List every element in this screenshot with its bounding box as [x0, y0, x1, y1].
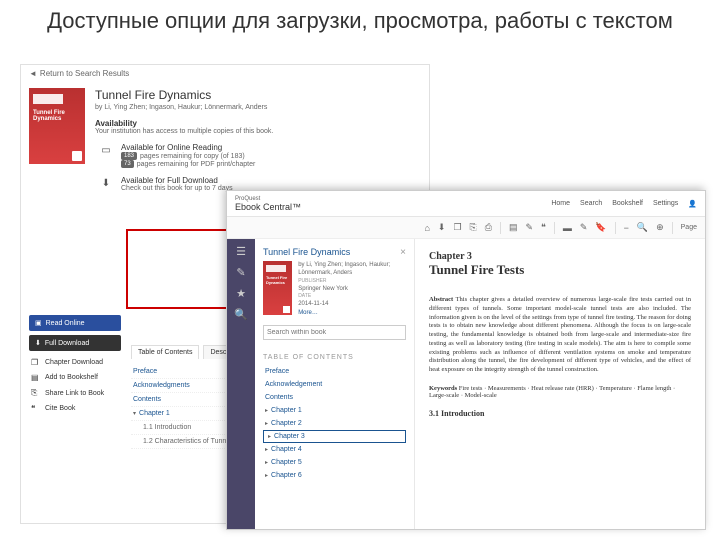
panel-cover: Tunnel FireDynamics [263, 261, 292, 315]
availability-sub: Your institution has access to multiple … [95, 128, 421, 135]
panel-toc-ack[interactable]: Acknowledgement [263, 378, 406, 391]
nav-bookshelf[interactable]: Bookshelf [612, 200, 643, 208]
nav-settings[interactable]: Settings [653, 200, 678, 208]
chevron-down-icon: ▾ [133, 411, 136, 417]
add-bookshelf-link[interactable]: ▤Add to Bookshelf [29, 370, 121, 385]
chevron-right-icon: ▸ [265, 421, 268, 427]
pdf-icon: ❐ [31, 358, 41, 367]
book-title: Tunnel Fire Dynamics [95, 88, 421, 102]
zoom-out-icon[interactable]: − [624, 223, 629, 233]
panel-toc-ch2[interactable]: ▸Chapter 2 [263, 417, 406, 430]
home-icon[interactable]: ⌂ [424, 223, 429, 233]
zoom-fit-icon[interactable]: ⊕ [656, 222, 664, 233]
bookshelf-icon[interactable]: ▤ [509, 222, 518, 233]
reader-page: Chapter 3 Tunnel Fire Tests Abstract Thi… [415, 239, 705, 529]
book-cover: Tunnel Fire Dynamics [29, 88, 85, 164]
search-icon[interactable]: 🔍 [234, 308, 248, 321]
panel-toc-ch3[interactable]: ▸Chapter 3 [263, 430, 406, 443]
page-label: Page [681, 224, 697, 231]
panel-book-title[interactable]: Tunnel Fire Dynamics [263, 247, 406, 257]
reader-toolbar: ⌂ ⬇ ❐ ⎘ ⎙ ▤ ✎ ❝ ▬ ✎ 🔖 − 🔍 ⊕ Page [227, 217, 705, 239]
nav-user-icon[interactable]: 👤 [688, 200, 697, 208]
search-within-input[interactable] [263, 325, 406, 340]
cite-icon: ❝ [31, 404, 41, 413]
copy-icon[interactable]: ⎘ [470, 222, 477, 233]
chapter-title: Tunnel Fire Tests [429, 262, 691, 278]
full-download-button[interactable]: ⬇Full Download [29, 335, 121, 351]
cite-link[interactable]: ❝Cite Book [29, 401, 121, 416]
share-icon[interactable]: ✎ [525, 222, 533, 233]
availability-heading: Availability [95, 119, 421, 128]
bookmarks-icon[interactable]: ★ [236, 287, 246, 300]
nav-home[interactable]: Home [551, 200, 570, 208]
avail-download-title: Available for Full Download [121, 176, 233, 185]
section-heading: 3.1 Introduction [429, 409, 691, 418]
download-icon: ⬇ [99, 176, 113, 190]
share-link[interactable]: ⎘Share Link to Book [29, 385, 121, 401]
chapter-icon[interactable]: ❐ [453, 222, 461, 233]
panel-toc-preface[interactable]: Preface [263, 365, 406, 378]
chevron-right-icon: ▸ [265, 473, 268, 479]
copy-badge: 183 [121, 152, 137, 160]
avail-online-title: Available for Online Reading [121, 143, 255, 152]
panel-toc-ch5[interactable]: ▸Chapter 5 [263, 456, 406, 469]
bookmark-icon[interactable]: 🔖 [595, 222, 606, 233]
panel-toc-ch1[interactable]: ▸Chapter 1 [263, 404, 406, 417]
brand: ProQuest Ebook Central™ [235, 196, 301, 212]
book-authors: by Li, Ying Zhen; Ingason, Haukur; Lönne… [95, 104, 421, 111]
download-icon: ⬇ [35, 339, 41, 347]
panel-toc-ch6[interactable]: ▸Chapter 6 [263, 469, 406, 482]
download-icon[interactable]: ⬇ [438, 222, 446, 233]
chevron-right-icon: ▸ [268, 434, 271, 440]
book-open-icon: ▭ [99, 143, 113, 157]
arrow-left-icon: ◄ [29, 69, 37, 78]
panel-toc-ch4[interactable]: ▸Chapter 4 [263, 443, 406, 456]
note-icon[interactable]: ✎ [580, 222, 588, 233]
share-icon: ⎘ [31, 388, 41, 398]
zoom-in-icon[interactable]: 🔍 [637, 222, 648, 233]
reader-header: ProQuest Ebook Central™ Home Search Book… [227, 191, 705, 217]
tab-toc[interactable]: Table of Contents [131, 345, 199, 359]
abstract: Abstract This chapter gives a detailed o… [429, 296, 691, 375]
toc-heading: TABLE OF CONTENTS [263, 354, 406, 361]
reader-window: ProQuest Ebook Central™ Home Search Book… [226, 190, 706, 530]
chevron-right-icon: ▸ [265, 460, 268, 466]
print-icon[interactable]: ⎙ [485, 222, 492, 233]
reader-sidebar-strip: ☰ ✎ ★ 🔍 [227, 239, 255, 529]
chevron-right-icon: ▸ [265, 408, 268, 414]
print-badge: 73 [121, 160, 134, 168]
cite-icon[interactable]: ❝ [541, 222, 546, 233]
toc-icon[interactable]: ☰ [236, 245, 246, 258]
panel-toc-contents[interactable]: Contents [263, 391, 406, 404]
folder-icon: ▤ [31, 373, 41, 382]
chevron-right-icon: ▸ [265, 447, 268, 453]
chapter-number: Chapter 3 [429, 251, 691, 262]
notes-icon[interactable]: ✎ [236, 266, 245, 279]
reader-left-panel: × Tunnel Fire Dynamics Tunnel FireDynami… [255, 239, 415, 529]
highlight-icon[interactable]: ▬ [563, 223, 572, 233]
close-icon[interactable]: × [400, 247, 406, 258]
nav-search[interactable]: Search [580, 200, 602, 208]
slide-title: Доступные опции для загрузки, просмотра,… [0, 0, 720, 38]
more-link[interactable]: More… [298, 309, 406, 317]
book-icon: ▣ [35, 319, 42, 327]
panel-meta: by Li, Ying Zhen; Ingason, Haukur; Lönne… [298, 261, 406, 317]
return-link[interactable]: ◄Return to Search Results [21, 65, 429, 82]
chapter-download-link[interactable]: ❐Chapter Download [29, 355, 121, 370]
read-online-button[interactable]: ▣Read Online [29, 315, 121, 331]
keywords: Keywords Fire tests · Measurements · Hea… [429, 385, 691, 399]
